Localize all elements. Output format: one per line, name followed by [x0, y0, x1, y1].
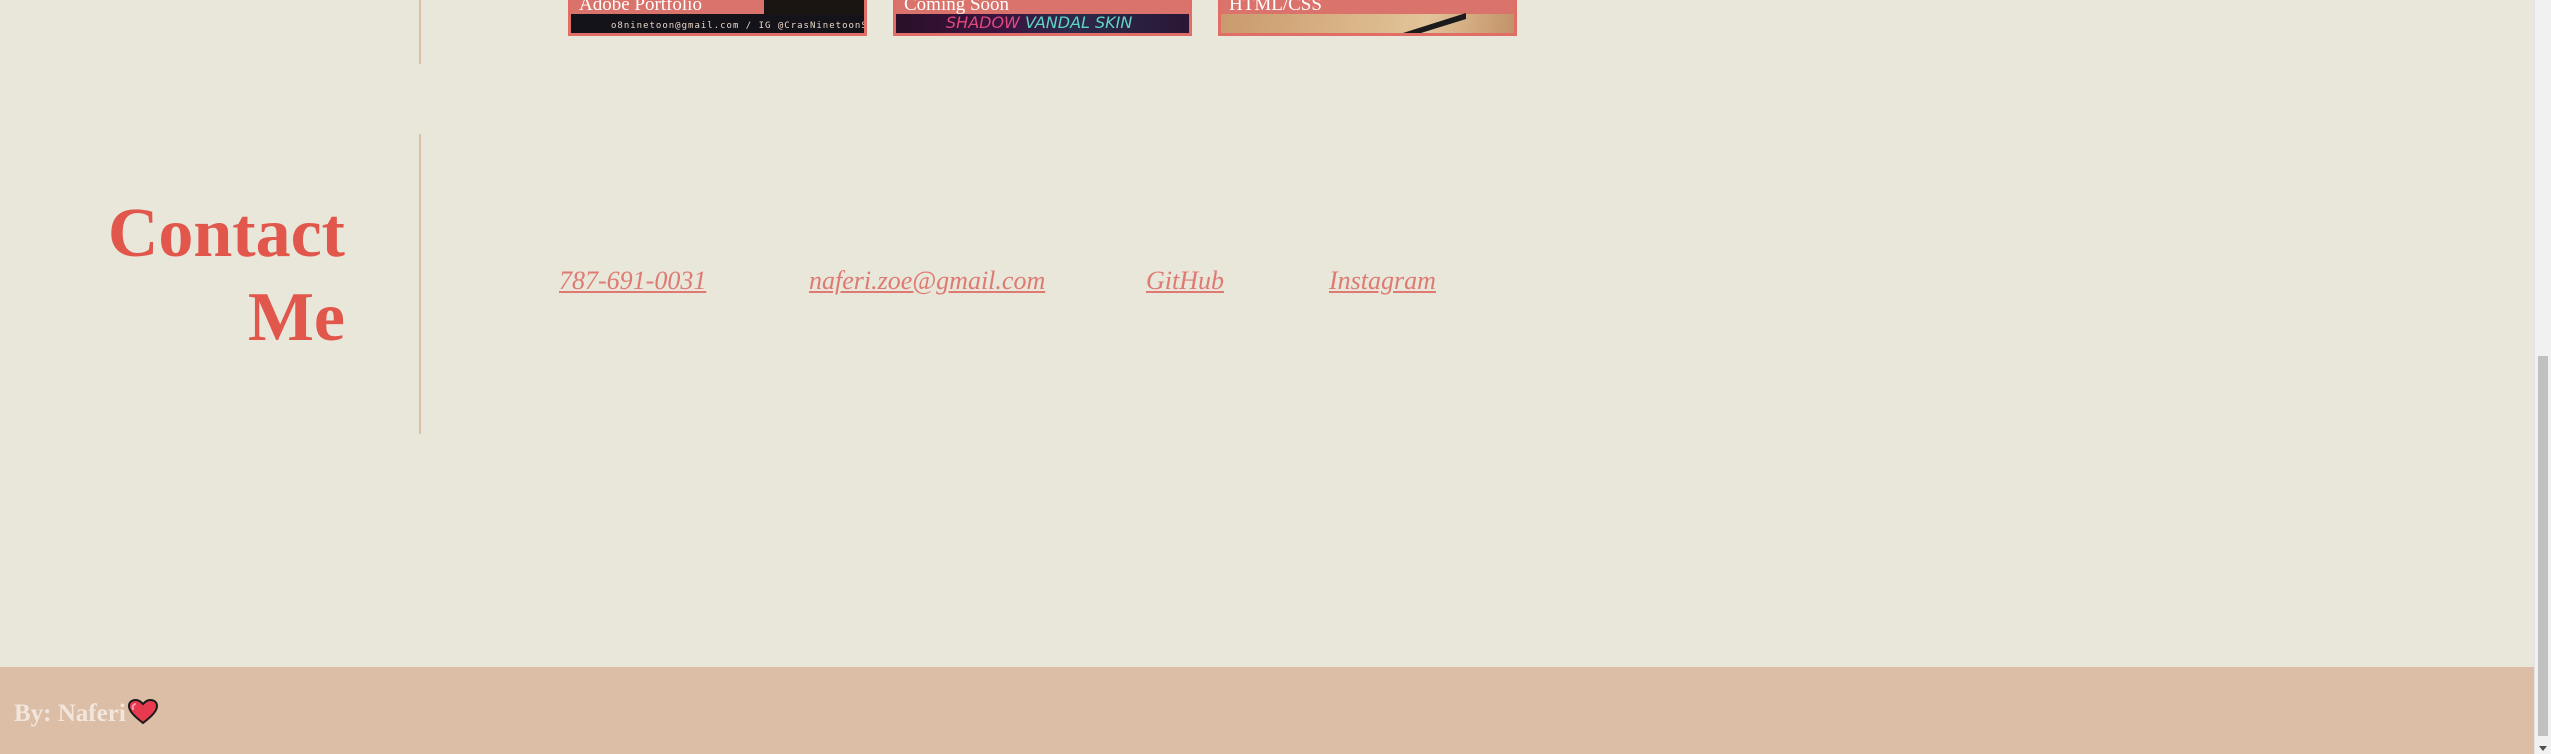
- scroll-down-arrow-icon[interactable]: [2539, 746, 2547, 751]
- card-thumb-word-b: VANDAL SKIN: [1024, 13, 1133, 32]
- card-caption: HTML/CSS: [1229, 0, 1322, 15]
- card-caption: Adobe Portfolio: [579, 0, 702, 15]
- card-thumbnail-dark: [764, 0, 864, 15]
- footer-credit: By: Naferi: [14, 698, 158, 732]
- contact-heading: Contact Me: [60, 192, 345, 360]
- card-thumbnail-text: o8ninetoon@gmail.com / IG @CrasNinetoonS…: [611, 21, 867, 31]
- section-divider-top: [419, 0, 421, 64]
- vertical-scrollbar[interactable]: [2534, 0, 2551, 754]
- phone-link[interactable]: 787-691-0031: [559, 266, 706, 296]
- portfolio-card-coming-soon[interactable]: SHADOW VANDAL SKIN Coming Soon: [893, 0, 1192, 36]
- section-divider-contact: [419, 134, 421, 434]
- email-link[interactable]: naferi.zoe@gmail.com: [809, 266, 1045, 296]
- card-thumbnail: o8ninetoon@gmail.com / IG @CrasNinetoonS…: [571, 14, 864, 33]
- footer: By: Naferi: [0, 667, 2535, 754]
- card-thumbnail-shape: [1403, 13, 1466, 33]
- portfolio-card-adobe[interactable]: o8ninetoon@gmail.com / IG @CrasNinetoonS…: [568, 0, 867, 36]
- instagram-link[interactable]: Instagram: [1329, 266, 1436, 296]
- card-thumbnail-text: SHADOW VANDAL SKIN: [946, 13, 1132, 32]
- github-link[interactable]: GitHub: [1146, 266, 1224, 296]
- contact-heading-line2: Me: [247, 279, 345, 356]
- page: o8ninetoon@gmail.com / IG @CrasNinetoonS…: [0, 0, 2551, 754]
- contact-heading-line1: Contact: [107, 195, 345, 272]
- portfolio-card-html-css[interactable]: HTML/CSS: [1218, 0, 1517, 36]
- footer-credit-text: By: Naferi: [14, 700, 126, 728]
- card-caption: Coming Soon: [904, 0, 1010, 15]
- card-thumbnail: SHADOW VANDAL SKIN: [896, 13, 1189, 33]
- scrollbar-thumb[interactable]: [2538, 356, 2548, 736]
- card-thumb-word-a: SHADOW: [946, 13, 1020, 32]
- heart-icon: [127, 698, 158, 732]
- card-thumbnail: [1221, 13, 1514, 33]
